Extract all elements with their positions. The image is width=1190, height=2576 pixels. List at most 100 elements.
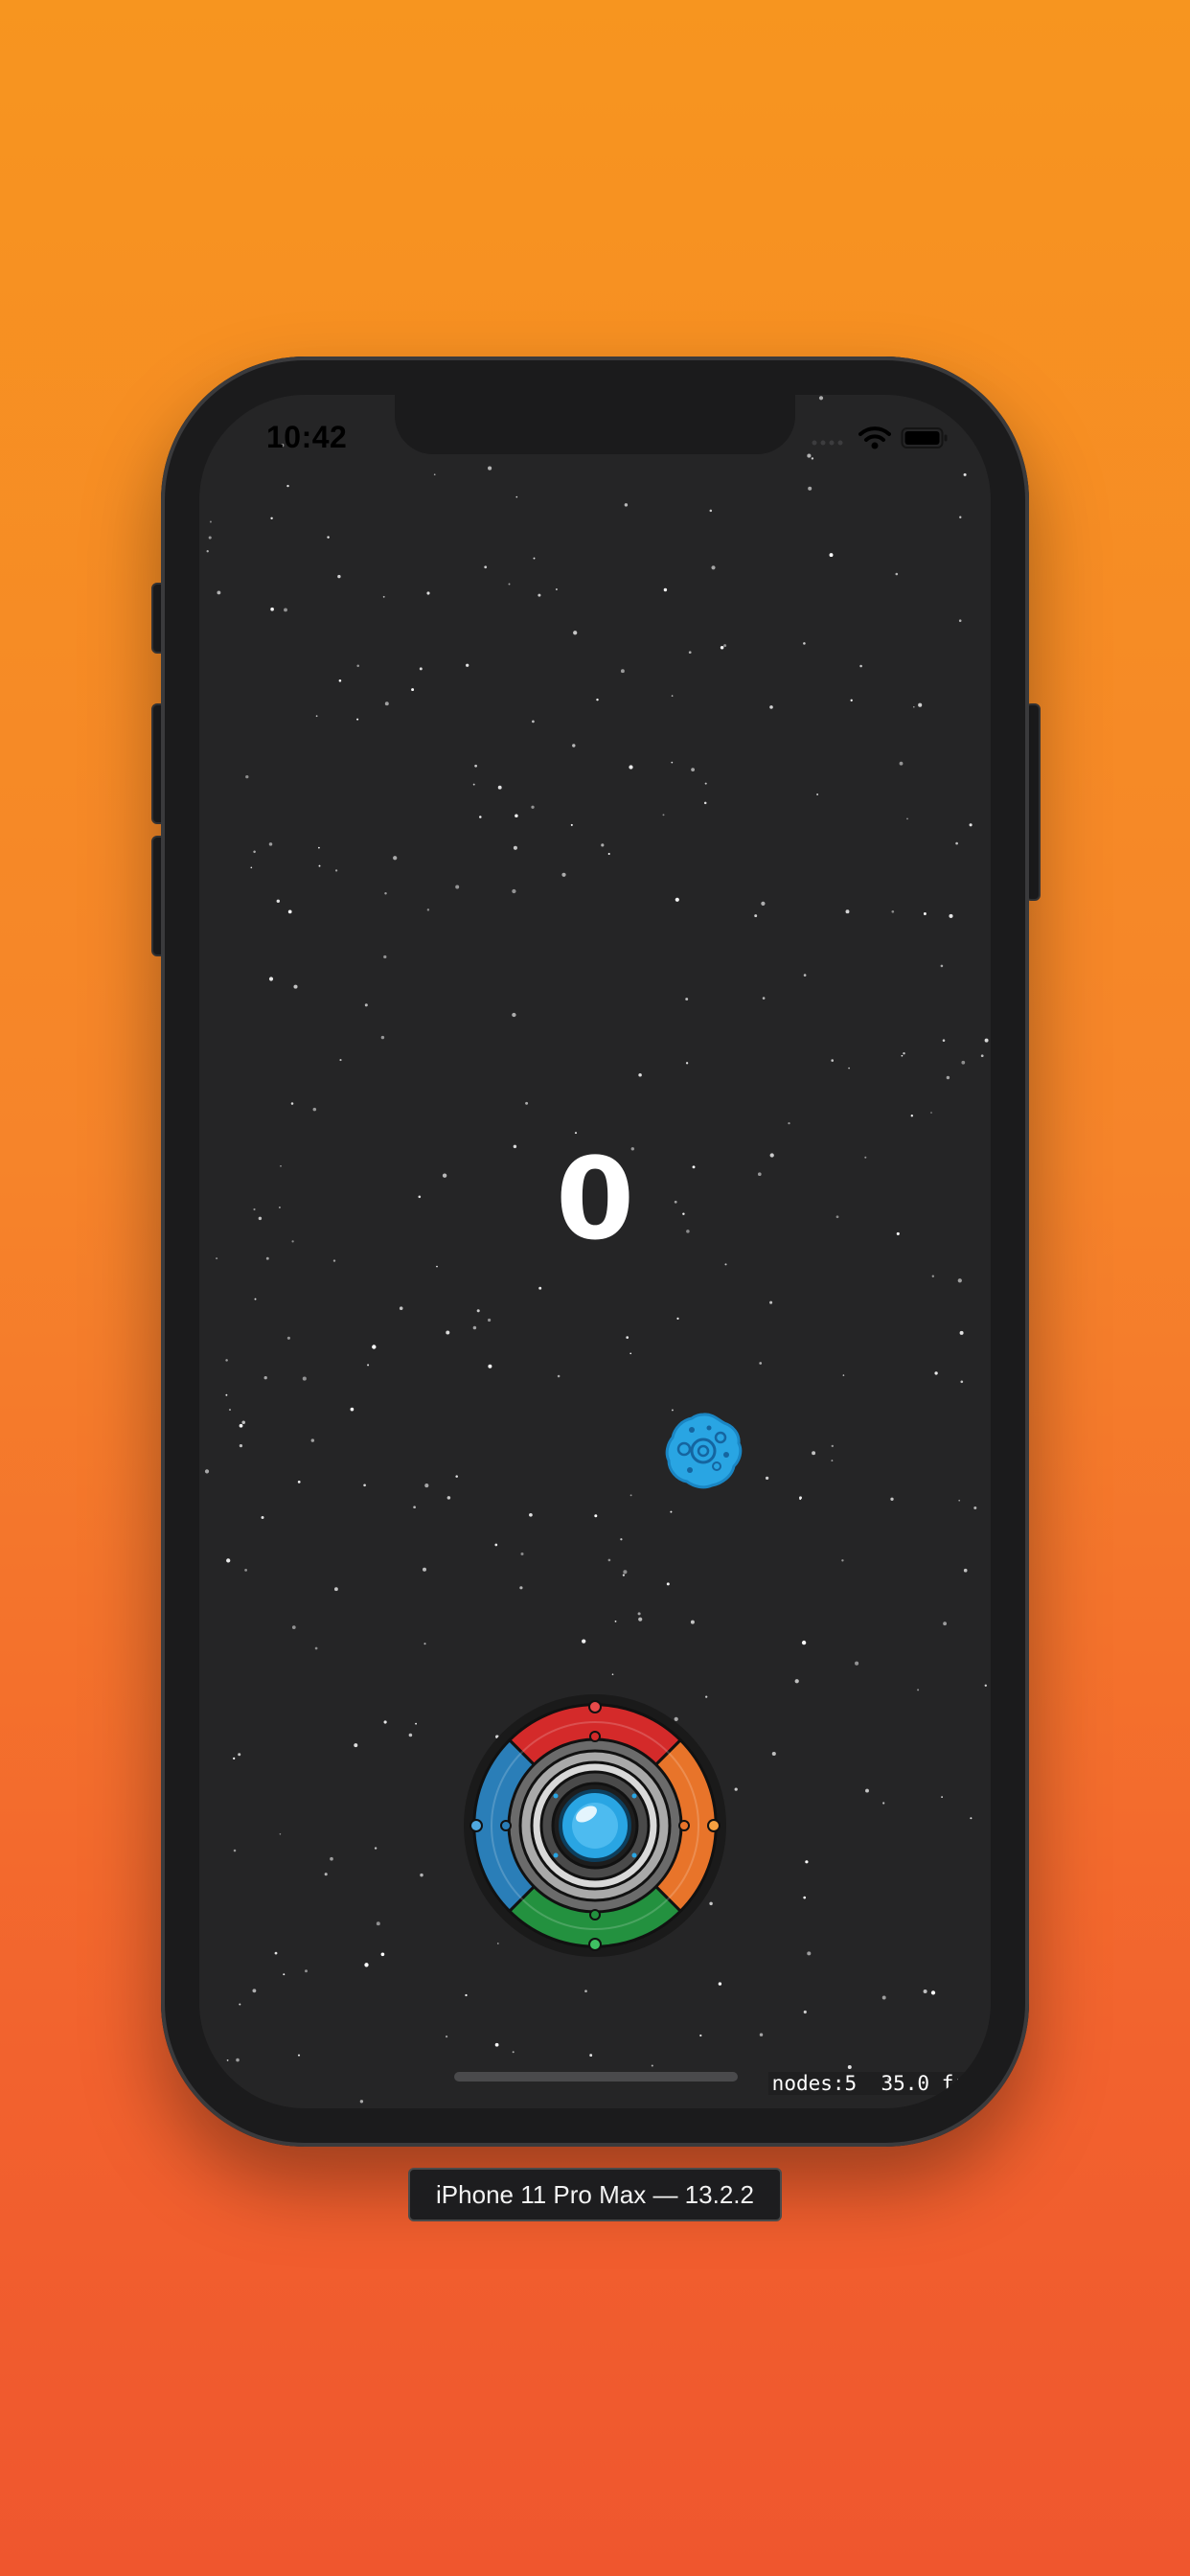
star [216, 1257, 218, 1260]
star [286, 1336, 290, 1340]
battery-icon [901, 427, 948, 448]
star [472, 783, 475, 786]
game-screen[interactable]: 10:42 0 nodes:5 35.0 fr [199, 395, 991, 2108]
star [538, 1286, 542, 1290]
star [376, 1921, 380, 1926]
star [525, 1101, 529, 1105]
star [531, 805, 535, 809]
star [359, 2100, 364, 2104]
star [384, 891, 387, 895]
star [239, 1423, 243, 1428]
star [675, 897, 679, 902]
star [845, 909, 850, 914]
star [244, 1569, 247, 1572]
color-wheel-shooter-icon[interactable] [462, 1692, 728, 1959]
star [287, 909, 292, 914]
star [685, 1062, 689, 1065]
star [573, 631, 578, 635]
star [538, 593, 541, 597]
star [788, 1121, 790, 1125]
star [426, 591, 430, 595]
star [734, 1787, 738, 1791]
star [765, 1476, 769, 1481]
star [720, 645, 724, 650]
star [455, 885, 460, 889]
star [803, 2010, 807, 2014]
star [769, 705, 773, 709]
star [794, 1679, 799, 1684]
star [263, 1376, 267, 1380]
star [622, 1574, 626, 1576]
star [350, 1407, 355, 1412]
star [382, 595, 385, 598]
star [408, 1733, 413, 1737]
star [831, 1444, 835, 1448]
star [270, 517, 273, 520]
star [807, 453, 812, 458]
star [233, 1757, 236, 1760]
star [206, 550, 209, 553]
star [984, 1038, 989, 1043]
star [949, 913, 953, 918]
star [252, 1989, 257, 1993]
star [225, 1393, 228, 1396]
home-indicator[interactable] [454, 2072, 738, 2082]
star [761, 901, 766, 907]
star [942, 1039, 946, 1042]
star [881, 1995, 886, 2000]
star [801, 1640, 807, 1645]
star [446, 1496, 451, 1500]
star [245, 774, 249, 779]
star [204, 1469, 210, 1474]
star [903, 1051, 905, 1055]
star [626, 1336, 629, 1339]
star [831, 1460, 834, 1462]
star [476, 1309, 480, 1313]
star [891, 909, 895, 913]
star [961, 1060, 966, 1065]
star [515, 495, 518, 498]
star [512, 888, 516, 894]
star [943, 1622, 948, 1626]
star [973, 1506, 977, 1510]
star [671, 761, 674, 764]
star [433, 473, 436, 476]
star [651, 2064, 653, 2067]
star [261, 1516, 264, 1519]
star [274, 1951, 278, 1955]
star [769, 1300, 773, 1304]
star [488, 1364, 492, 1368]
star [455, 1475, 458, 1478]
star [803, 974, 807, 977]
star [557, 1374, 561, 1378]
star [423, 1643, 426, 1645]
star [380, 1035, 385, 1040]
star [209, 520, 212, 523]
star [226, 1558, 231, 1563]
star [946, 1075, 950, 1080]
star [383, 1720, 387, 1724]
star [623, 1570, 628, 1575]
star [445, 2035, 448, 2038]
status-bar-icons [811, 424, 949, 452]
star [225, 1359, 228, 1362]
star [818, 396, 824, 401]
star [594, 1514, 598, 1518]
star [848, 1067, 850, 1070]
star [484, 565, 488, 569]
star [629, 1352, 632, 1355]
star [327, 536, 330, 539]
star [607, 852, 610, 856]
star [283, 1973, 286, 1976]
star [831, 1059, 834, 1062]
star [890, 1497, 894, 1501]
star [958, 619, 962, 622]
device-notch [395, 395, 795, 454]
star [958, 1499, 961, 1502]
score-display: 0 [555, 1133, 635, 1265]
star [959, 516, 962, 518]
star [312, 1107, 317, 1112]
star [284, 608, 287, 612]
simulator-device-label: iPhone 11 Pro Max — 13.2.2 [408, 2168, 782, 2221]
star [286, 484, 289, 488]
